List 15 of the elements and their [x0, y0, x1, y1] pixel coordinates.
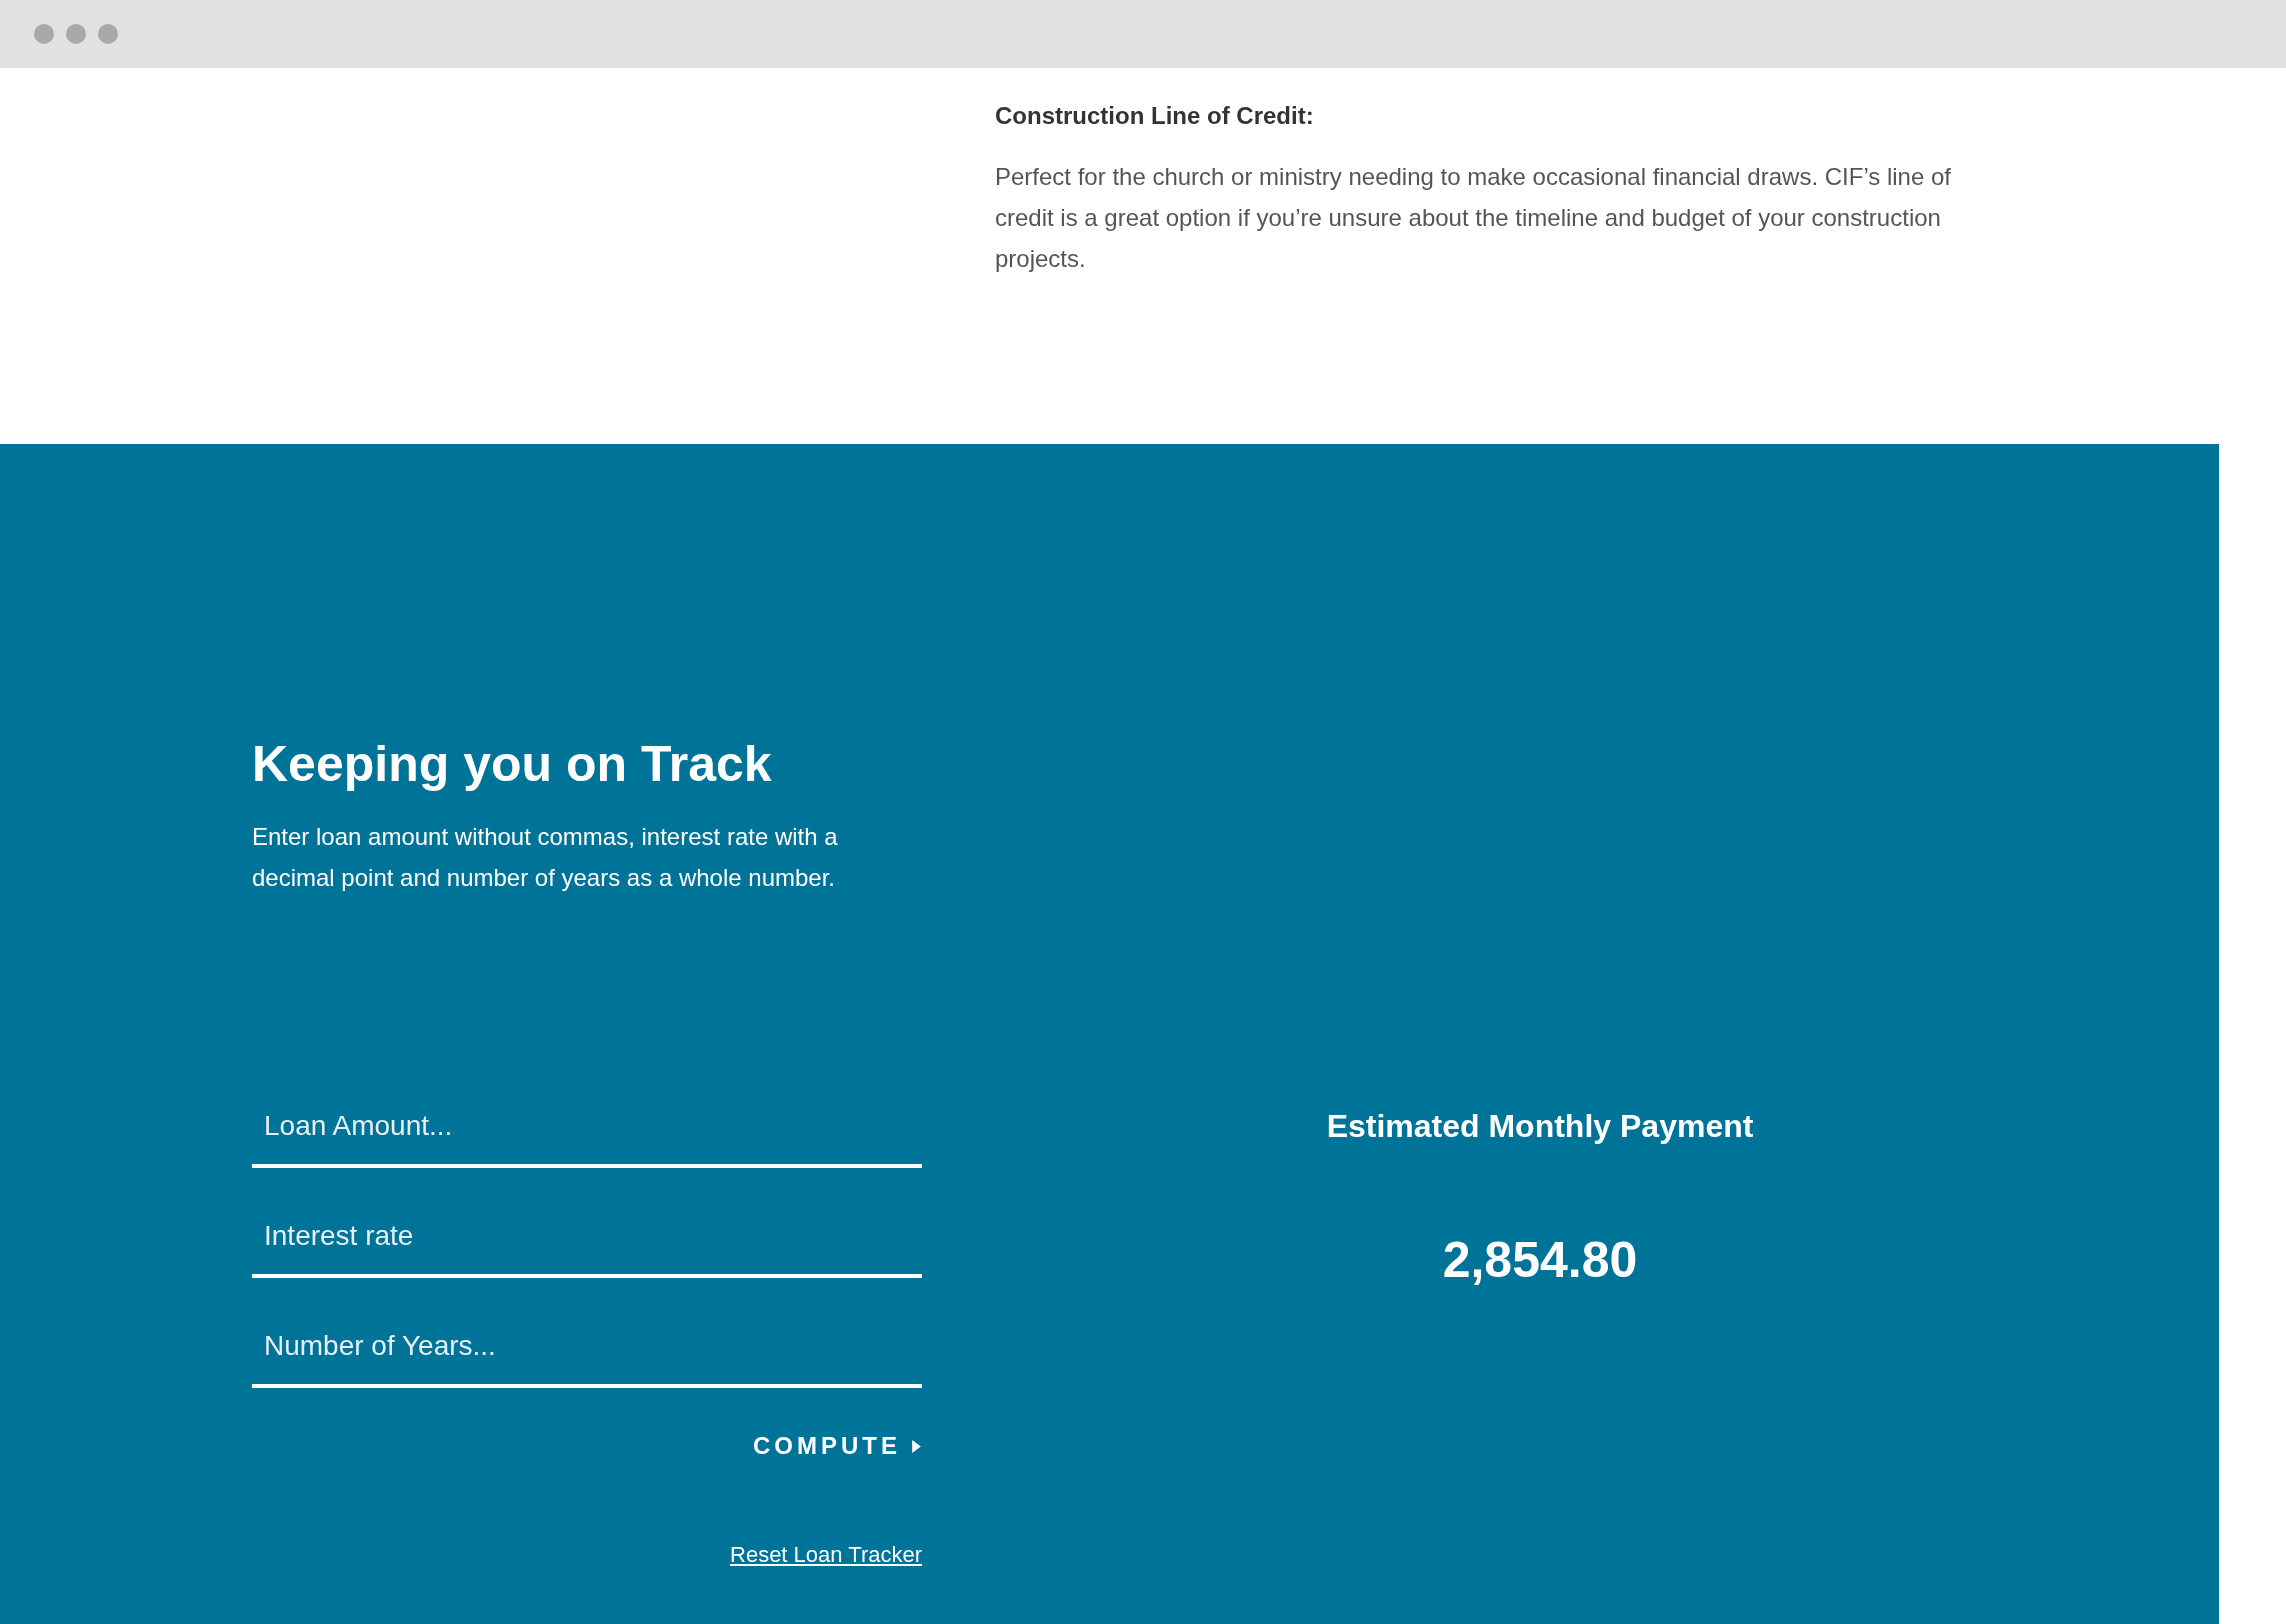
result-label: Estimated Monthly Payment [1326, 1108, 1754, 1145]
input-field[interactable]: Number of Years... [252, 1308, 922, 1388]
window-dot-icon [66, 24, 86, 44]
result-value: 2,854.80 [1442, 1231, 1638, 1289]
window-dot-icon [34, 24, 54, 44]
section-heading: Construction Line of Credit: [995, 102, 1315, 130]
input-field[interactable]: Interest rate [252, 1198, 922, 1278]
window-dot-icon [98, 24, 118, 44]
input-field[interactable]: Loan Amount... [252, 1088, 922, 1168]
section-paragraph: Perfect for the church or ministry needing to make occasional financial draws. CIF’s line of credit is a great option if you’re unsure about the timeline and budget of your construction projects. [995, 162, 1952, 274]
caret-icon [911, 1438, 922, 1454]
calculator-title: Keeping you on Track [252, 735, 773, 794]
compute-button[interactable]: COMPUTE [753, 1432, 922, 1460]
reset-link[interactable]: Reset Loan Tracker [730, 1542, 922, 1568]
calculator-description: Enter loan amount without commas, interest rate with a decimal point and number of years as a whole number. [252, 822, 839, 893]
